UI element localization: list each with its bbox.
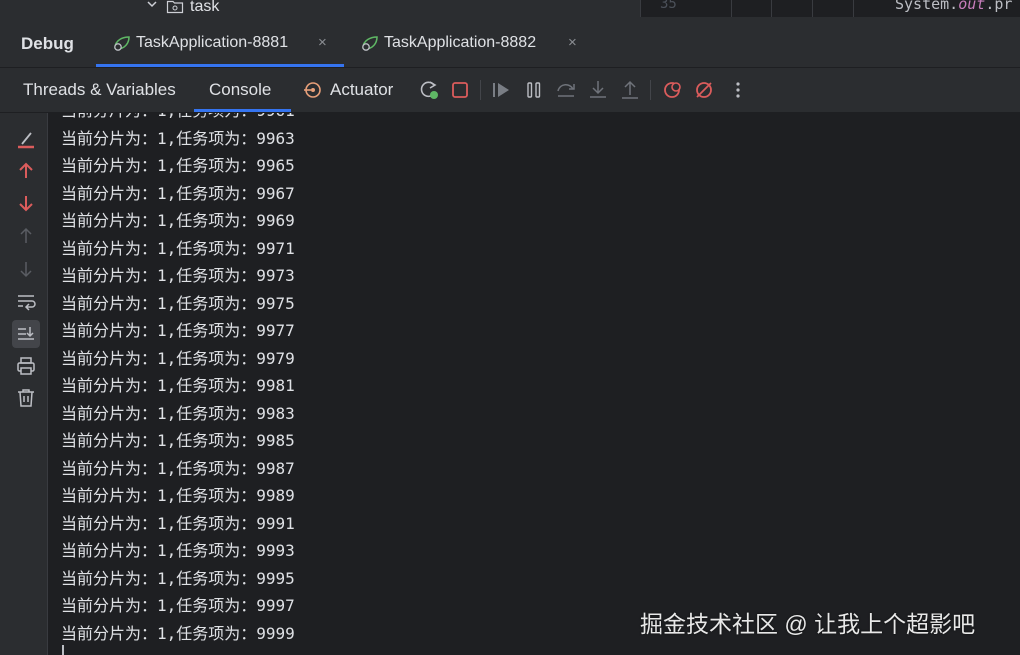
console-lines: 当前分片为：1,任务项为：9961 当前分片为：1,任务项为：9963 当前分片为：… — [61, 113, 295, 647]
mute-breakpoints-icon[interactable] — [693, 79, 715, 101]
debug-title-bar: Debug TaskApplication-8881 × TaskApplica… — [0, 17, 1020, 68]
indent-guide — [731, 0, 732, 17]
spring-debug-icon — [362, 36, 378, 51]
tab-actuator[interactable]: Actuator — [330, 80, 393, 100]
console-line: 当前分片为：1,任务项为：9965 — [61, 156, 295, 175]
stop-icon[interactable] — [449, 79, 471, 101]
spring-debug-icon — [114, 36, 130, 51]
indent-guide — [812, 0, 813, 17]
console-line: 当前分片为：1,任务项为：9973 — [61, 266, 295, 285]
console-line: 当前分片为：1,任务项为：9963 — [61, 128, 295, 148]
text-caret — [62, 645, 64, 655]
console-line: 当前分片为：1,任务项为：9971 — [61, 238, 295, 258]
editor-line-number: 35 — [660, 0, 677, 12]
editor-code-fragment: System.out.pr — [895, 0, 1012, 13]
console-line: 当前分片为：1,任务项为：9969 — [61, 211, 295, 230]
console-line: 当前分片为：1,任务项为：9975 — [61, 293, 295, 313]
close-icon[interactable]: × — [568, 34, 577, 51]
folder-icon — [166, 0, 184, 14]
step-out-icon[interactable] — [619, 79, 641, 101]
console-line: 当前分片为：1,任务项为：9999 — [61, 623, 295, 643]
console-line: 当前分片为：1,任务项为：9977 — [61, 321, 295, 340]
top-strip: task 35 System.out.pr — [0, 0, 1020, 17]
actuator-icon — [304, 82, 321, 98]
delete-icon[interactable] — [14, 386, 38, 410]
console-line: 当前分片为：1,任务项为：9993 — [61, 541, 295, 560]
debug-toolbar: Threads & Variables Console Actuator — [0, 68, 1020, 113]
run-tab-8882[interactable]: TaskApplication-8882 × — [360, 17, 590, 67]
close-icon[interactable]: × — [318, 34, 327, 51]
run-tab-label: TaskApplication-8881 — [136, 34, 289, 51]
code-text: .pr — [985, 0, 1013, 13]
soft-wrap-icon[interactable] — [14, 289, 38, 313]
code-field: out — [958, 0, 986, 13]
up-disabled-icon[interactable] — [14, 224, 38, 248]
console-line: 当前分片为：1,任务项为：9985 — [61, 431, 295, 450]
indent-guide — [853, 0, 854, 17]
console-line: 当前分片为：1,任务项为：9987 — [61, 458, 295, 478]
active-tab-indicator — [96, 64, 344, 67]
console-line: 当前分片为：1,任务项为：9991 — [61, 513, 295, 533]
pause-icon[interactable] — [523, 79, 545, 101]
tab-threads-variables[interactable]: Threads & Variables — [23, 80, 176, 100]
down-icon[interactable] — [14, 191, 38, 215]
step-over-icon[interactable] — [555, 79, 577, 101]
toolbar-separator — [650, 80, 651, 100]
run-tab-label: TaskApplication-8882 — [384, 34, 537, 51]
indent-guide — [771, 0, 772, 17]
console-output[interactable]: 当前分片为：1,任务项为：9961 当前分片为：1,任务项为：9963 当前分片为：… — [48, 113, 1020, 655]
console-line: 当前分片为：1,任务项为：9981 — [61, 376, 295, 395]
console-line: 当前分片为：1,任务项为：9983 — [61, 403, 295, 423]
console-line: 当前分片为：1,任务项为：9961 — [61, 113, 295, 125]
active-view-indicator — [194, 109, 291, 112]
rerun-icon[interactable] — [418, 79, 440, 101]
watermark: 掘金技术社区 @ 让我上个超影吧 — [640, 611, 976, 637]
console-line: 当前分片为：1,任务项为：9979 — [61, 348, 295, 368]
console-line: 当前分片为：1,任务项为：9967 — [61, 183, 295, 203]
console-gutter — [0, 113, 48, 655]
resume-icon[interactable] — [490, 79, 512, 101]
step-into-icon[interactable] — [587, 79, 609, 101]
console-line: 当前分片为：1,任务项为：9989 — [61, 486, 295, 505]
down-disabled-icon[interactable] — [14, 257, 38, 281]
tool-window-title: Debug — [21, 34, 74, 53]
console-line: 当前分片为：1,任务项为：9995 — [61, 568, 295, 588]
autoscroll-icon[interactable] — [14, 322, 38, 346]
tree-item-task[interactable]: task — [190, 0, 219, 16]
console-line: 当前分片为：1,任务项为：9997 — [61, 596, 295, 615]
tab-console[interactable]: Console — [209, 80, 271, 100]
run-tab-8881[interactable]: TaskApplication-8881 × — [96, 17, 344, 67]
up-icon[interactable] — [14, 159, 38, 183]
print-icon[interactable] — [14, 354, 38, 378]
chevron-down-icon[interactable] — [145, 0, 159, 12]
code-text: System. — [895, 0, 959, 13]
clear-icon[interactable] — [14, 127, 38, 151]
toolbar-separator — [480, 80, 481, 100]
more-icon[interactable] — [727, 79, 749, 101]
view-breakpoints-icon[interactable] — [661, 79, 683, 101]
